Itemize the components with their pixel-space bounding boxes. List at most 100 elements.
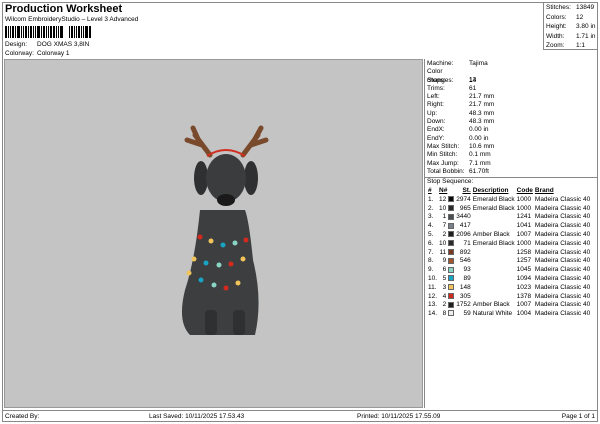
info-value: 10.6 mm (469, 142, 495, 150)
table-row: 4. 7 417 1041 Madeira Classic 40 (427, 221, 591, 230)
color-swatch (448, 292, 455, 299)
barcode (5, 25, 92, 38)
needle-number: 7 (442, 222, 447, 230)
stitch-count: 417 (459, 222, 471, 230)
info-value: Tajima (469, 60, 488, 67)
stitch-count: 2096 (456, 231, 471, 239)
info-label: Down: (427, 118, 446, 126)
info-label: Machine: (427, 60, 454, 67)
stat-row: Width: 1.71 in (546, 32, 596, 42)
design-info-panel: Machine: Tajima Color changes: 13 Stops: 14 Tr… (424, 59, 598, 408)
thread-brand: Madeira Classic 40 (534, 195, 591, 203)
color-swatch (448, 266, 455, 273)
thread-brand: Madeira Classic 40 (534, 248, 591, 256)
info-value: 21.7 mm (469, 101, 495, 109)
color-swatch (448, 196, 455, 203)
thread-description (472, 257, 516, 266)
info-row: EndX: 0.00 in (425, 126, 598, 134)
stop-index: 10. (428, 275, 438, 283)
info-row: Max Stitch: 10.6 mm (425, 143, 598, 151)
stat-value: 13849 (576, 4, 595, 11)
info-row: Trims: 61 (425, 85, 598, 93)
printed-date: Printed: 10/11/2025 17.55.09 (357, 413, 441, 420)
table-row: 5. 2 2096 Amber Black 1007 Madeira Class… (427, 230, 591, 239)
table-row: 14. 8 59 Natural White 1004 Madeira Clas… (427, 309, 591, 318)
thread-description (472, 221, 516, 230)
info-row: Machine: Tajima (425, 60, 598, 68)
colorway-value: Colorway 1 (37, 50, 70, 57)
stitch-count: 93 (463, 266, 471, 274)
info-value: 7.1 mm (469, 159, 491, 167)
color-swatch (448, 284, 455, 291)
colorway-field: Colorway: Colorway 1 (5, 50, 70, 57)
stat-value: 12 (576, 13, 584, 21)
needle-number: 1 (442, 213, 447, 221)
thread-description: Emerald Black (472, 204, 515, 212)
page-title: Production Worksheet (5, 3, 123, 15)
needle-number: 10 (439, 239, 447, 247)
stop-index: 2. (428, 204, 434, 212)
footer: Created By: Last Saved: 10/11/2025 17.53… (2, 410, 598, 422)
needle-number: 8 (442, 310, 447, 318)
thread-description (472, 248, 516, 257)
color-swatch (448, 275, 455, 282)
stitch-count: 892 (459, 248, 471, 256)
stop-index: 13. (428, 301, 438, 309)
stat-label: Width: (546, 32, 565, 40)
info-row: EndY: 0.00 in (425, 135, 598, 143)
color-swatch (448, 222, 455, 229)
stitch-count: 2974 (456, 195, 471, 203)
dog-embroidery-image (181, 125, 269, 335)
thread-description: Amber Black (472, 301, 510, 309)
table-row: 13. 2 1752 Amber Black 1007 Madeira Clas… (427, 301, 591, 310)
table-row: 10. 5 89 1094 Madeira Classic 40 (427, 274, 591, 283)
info-row: Max Jump: 7.1 mm (425, 160, 598, 168)
info-row: Left: 21.7 mm (425, 93, 598, 101)
thread-brand: Madeira Classic 40 (534, 275, 591, 283)
stop-index: 14. (428, 310, 438, 318)
thread-description: Emerald Black (472, 195, 515, 203)
info-label: Left: (427, 93, 440, 101)
info-value: 0.00 in (469, 134, 489, 142)
stat-row: Colors: 12 (546, 13, 596, 23)
info-label: Total Bobbin: (427, 167, 465, 175)
page-number: Page 1 of 1 (561, 413, 595, 420)
info-label: Up: (427, 109, 438, 117)
thread-description (472, 213, 516, 222)
needle-number: 4 (442, 292, 447, 300)
stop-index: 1. (428, 195, 434, 203)
needle-number: 6 (442, 266, 447, 274)
info-value: 48.3 mm (469, 109, 495, 117)
color-swatch (448, 204, 455, 211)
stop-index: 6. (428, 239, 434, 247)
info-value: 21.7 mm (469, 93, 495, 101)
right-ear (244, 161, 258, 195)
info-label: EndY: (427, 134, 445, 142)
needle-number: 2 (442, 301, 447, 309)
thread-description: Amber Black (472, 231, 510, 239)
info-value: 14 (469, 76, 477, 84)
stat-value: 1.71 in (576, 32, 596, 40)
design-label: Design: (5, 41, 28, 48)
info-value: 0.1 mm (469, 151, 491, 159)
stitch-count: 148 (459, 283, 471, 291)
thread-brand: Madeira Classic 40 (534, 292, 591, 300)
table-row: 1. 12 2974 Emerald Black 1000 Madeira Cl… (427, 195, 591, 204)
color-swatch (448, 231, 455, 238)
front-leg (205, 310, 217, 335)
info-label: Max Stitch: (427, 142, 460, 150)
stop-sequence-title: Stop Sequence: (425, 177, 598, 186)
created-by: Created By: (5, 413, 40, 420)
stop-index: 8. (428, 257, 434, 265)
stat-label: Colors: (546, 13, 567, 21)
info-value: 0.00 in (469, 126, 489, 134)
info-row: Min Stitch: 0.1 mm (425, 151, 598, 159)
thread-code: 1023 (516, 283, 532, 291)
stat-label: Stitches: (546, 4, 571, 11)
stitch-count: 89 (463, 275, 471, 283)
design-preview (4, 59, 423, 408)
thread-code: 1378 (516, 292, 532, 300)
thread-brand: Madeira Classic 40 (534, 222, 591, 230)
thread-description: Natural White (472, 310, 513, 318)
stop-sequence-table: # N# St. Description Code Brand 1. 12 2974 Em… (427, 186, 591, 318)
